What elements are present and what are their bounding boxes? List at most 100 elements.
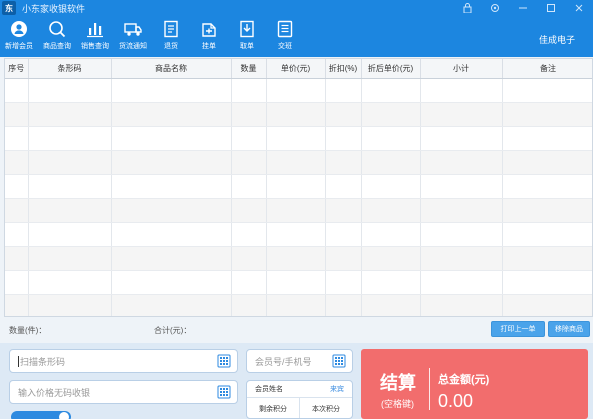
table-cell[interactable] <box>5 174 29 199</box>
print-last-button[interactable]: 打印上一单 <box>491 321 545 337</box>
tool-add-member[interactable]: 新增会员 <box>0 16 38 57</box>
col-unit-price[interactable]: 单价(元) <box>266 59 326 79</box>
table-cell[interactable] <box>28 246 112 271</box>
minimize-icon[interactable] <box>509 0 537 16</box>
maximize-icon[interactable] <box>537 0 565 16</box>
table-cell[interactable] <box>325 150 362 175</box>
barcode-input[interactable]: 扫描条形码 <box>9 349 238 373</box>
table-cell[interactable] <box>361 174 421 199</box>
table-cell[interactable] <box>231 294 267 316</box>
table-cell[interactable] <box>266 222 326 247</box>
table-cell[interactable] <box>361 102 421 127</box>
table-row[interactable] <box>5 78 592 103</box>
table-cell[interactable] <box>231 126 267 151</box>
table-cell[interactable] <box>5 222 29 247</box>
product-grid[interactable]: 序号 条形码 商品名称 数量 单价(元) 折扣(%) 折后单价(元) 小计 备注 <box>4 58 593 317</box>
col-discount[interactable]: 折扣(%) <box>325 59 362 79</box>
table-cell[interactable] <box>5 270 29 295</box>
table-row[interactable] <box>5 270 592 295</box>
table-cell[interactable] <box>111 294 232 316</box>
table-cell[interactable] <box>266 198 326 223</box>
tool-shift-handover[interactable]: 交班 <box>266 16 304 57</box>
table-row[interactable] <box>5 222 592 247</box>
table-cell[interactable] <box>325 78 362 103</box>
table-cell[interactable] <box>420 222 503 247</box>
table-cell[interactable] <box>266 150 326 175</box>
table-cell[interactable] <box>111 174 232 199</box>
table-cell[interactable] <box>111 150 232 175</box>
table-cell[interactable] <box>231 78 267 103</box>
col-quantity[interactable]: 数量 <box>231 59 267 79</box>
table-cell[interactable] <box>28 78 112 103</box>
table-cell[interactable] <box>420 198 503 223</box>
table-cell[interactable] <box>361 78 421 103</box>
table-row[interactable] <box>5 198 592 223</box>
table-cell[interactable] <box>266 294 326 316</box>
table-cell[interactable] <box>28 294 112 316</box>
lock-icon[interactable] <box>453 0 481 16</box>
table-row[interactable] <box>5 246 592 271</box>
table-cell[interactable] <box>420 102 503 127</box>
table-cell[interactable] <box>28 174 112 199</box>
table-cell[interactable] <box>361 294 421 316</box>
table-cell[interactable] <box>325 246 362 271</box>
table-cell[interactable] <box>5 246 29 271</box>
close-icon[interactable] <box>565 0 593 16</box>
table-cell[interactable] <box>28 270 112 295</box>
table-cell[interactable] <box>5 126 29 151</box>
table-cell[interactable] <box>5 102 29 127</box>
table-cell[interactable] <box>502 78 592 103</box>
table-cell[interactable] <box>111 126 232 151</box>
table-cell[interactable] <box>361 150 421 175</box>
table-cell[interactable] <box>28 222 112 247</box>
table-cell[interactable] <box>325 270 362 295</box>
table-cell[interactable] <box>231 198 267 223</box>
table-cell[interactable] <box>361 126 421 151</box>
keypad-icon[interactable] <box>217 385 231 399</box>
price-input[interactable]: 输入价格无码收银 <box>9 380 238 404</box>
table-cell[interactable] <box>325 126 362 151</box>
remove-item-button[interactable]: 移除商品 <box>548 321 590 337</box>
table-cell[interactable] <box>111 270 232 295</box>
table-row[interactable] <box>5 102 592 127</box>
table-cell[interactable] <box>502 174 592 199</box>
table-cell[interactable] <box>502 294 592 316</box>
table-cell[interactable] <box>420 294 503 316</box>
table-cell[interactable] <box>231 270 267 295</box>
table-cell[interactable] <box>266 78 326 103</box>
table-cell[interactable] <box>111 78 232 103</box>
table-cell[interactable] <box>28 126 112 151</box>
table-cell[interactable] <box>231 246 267 271</box>
col-remarks[interactable]: 备注 <box>502 59 592 79</box>
table-cell[interactable] <box>420 270 503 295</box>
col-index[interactable]: 序号 <box>5 59 29 79</box>
table-cell[interactable] <box>361 246 421 271</box>
table-cell[interactable] <box>266 174 326 199</box>
tool-return[interactable]: 退货 <box>152 16 190 57</box>
table-cell[interactable] <box>325 198 362 223</box>
keypad-icon[interactable] <box>332 354 346 368</box>
table-cell[interactable] <box>325 222 362 247</box>
table-row[interactable] <box>5 126 592 151</box>
keypad-icon[interactable] <box>217 354 231 368</box>
col-product-name[interactable]: 商品名称 <box>111 59 232 79</box>
table-cell[interactable] <box>502 246 592 271</box>
table-cell[interactable] <box>266 270 326 295</box>
table-cell[interactable] <box>111 102 232 127</box>
table-cell[interactable] <box>111 198 232 223</box>
col-barcode[interactable]: 条形码 <box>28 59 112 79</box>
table-cell[interactable] <box>28 102 112 127</box>
table-cell[interactable] <box>28 198 112 223</box>
table-cell[interactable] <box>361 198 421 223</box>
col-discounted-price[interactable]: 折后单价(元) <box>361 59 421 79</box>
table-cell[interactable] <box>111 222 232 247</box>
table-cell[interactable] <box>420 126 503 151</box>
table-cell[interactable] <box>502 222 592 247</box>
table-cell[interactable] <box>325 174 362 199</box>
table-cell[interactable] <box>420 78 503 103</box>
table-cell[interactable] <box>420 174 503 199</box>
member-input[interactable]: 会员号/手机号 <box>246 349 353 373</box>
table-cell[interactable] <box>5 198 29 223</box>
table-cell[interactable] <box>502 150 592 175</box>
table-cell[interactable] <box>420 150 503 175</box>
